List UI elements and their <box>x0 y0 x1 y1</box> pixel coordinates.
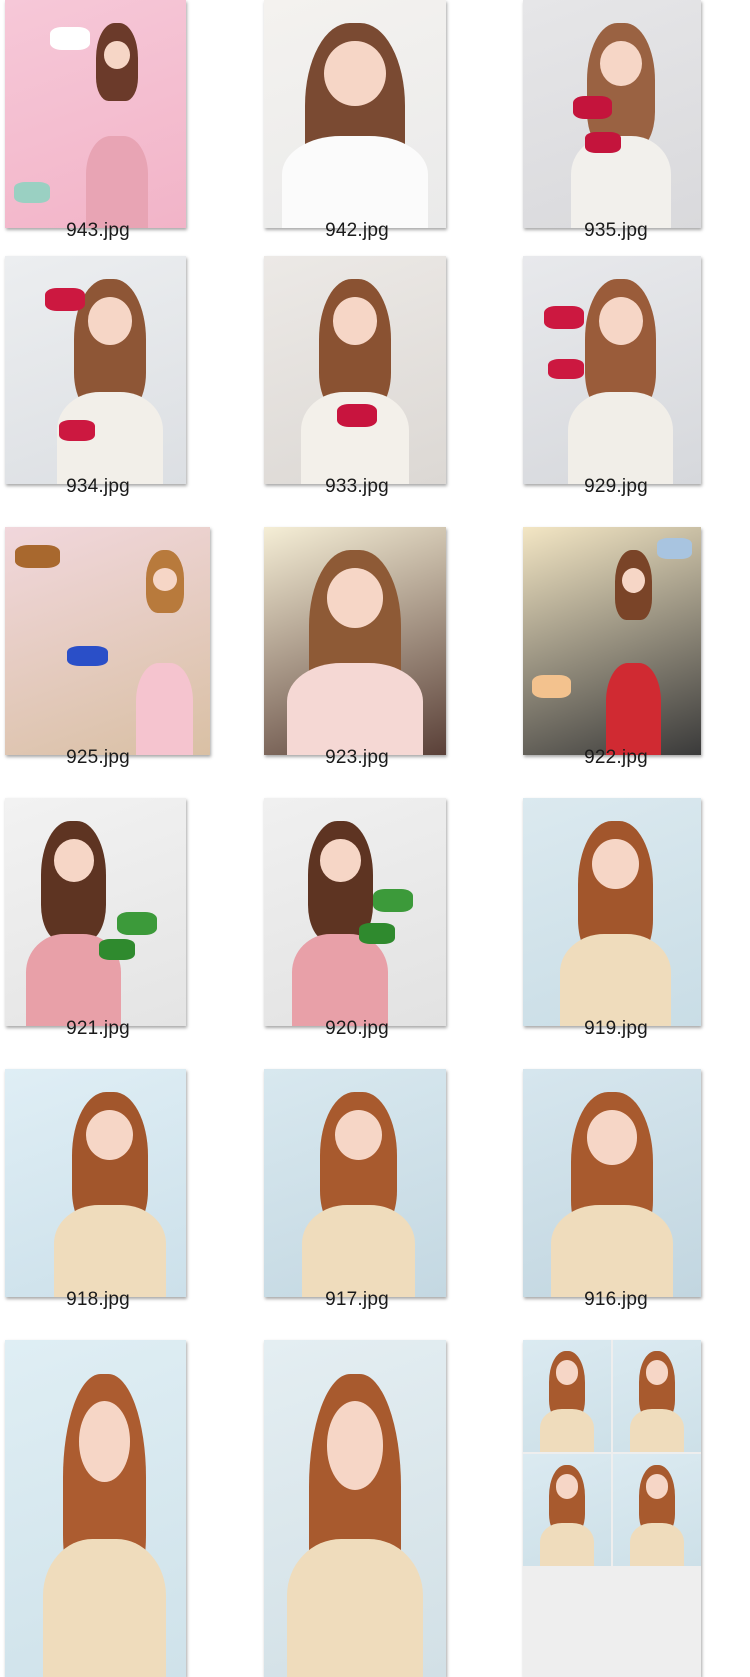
face-shape <box>87 297 133 345</box>
product-jar <box>59 420 96 441</box>
photo-thumbnail-icon[interactable] <box>5 527 210 755</box>
file-name-label: 916.jpg <box>584 1289 648 1310</box>
face-shape <box>645 1360 669 1385</box>
product-jar <box>572 95 612 119</box>
photo-collage-icon[interactable] <box>523 1340 701 1677</box>
clothing-shape <box>551 1205 673 1297</box>
face-shape <box>324 41 386 107</box>
photo-thumbnail-icon[interactable] <box>5 1069 186 1297</box>
face-shape <box>326 568 384 629</box>
collage-photo <box>613 1454 701 1566</box>
file-name-label: 929.jpg <box>584 476 648 497</box>
photo-thumbnail-icon[interactable] <box>523 1069 701 1297</box>
file-name-label: 934.jpg <box>66 476 130 497</box>
clothing-shape <box>302 1205 416 1297</box>
face-shape <box>326 1400 384 1490</box>
file-name-label: 942.jpg <box>325 220 389 241</box>
face-shape <box>598 297 643 345</box>
clothing-shape <box>281 136 429 228</box>
file-name-label: 918.jpg <box>66 1289 130 1310</box>
photo-thumbnail-icon[interactable] <box>264 527 446 755</box>
photo-thumbnail-icon[interactable] <box>523 798 701 1026</box>
clothing-shape <box>629 1408 685 1452</box>
photo-thumbnail-icon[interactable] <box>5 256 186 484</box>
clothing-shape <box>629 1522 685 1566</box>
photo-thumbnail-icon[interactable] <box>264 0 446 228</box>
product-jar <box>547 358 584 380</box>
photo-thumbnail-icon[interactable] <box>523 256 701 484</box>
clothing-shape <box>86 136 149 228</box>
clothing-shape <box>42 1539 167 1677</box>
photo-thumbnail-icon[interactable] <box>523 527 701 755</box>
photo-thumbnail-icon[interactable] <box>5 798 186 1026</box>
file-name-label: 933.jpg <box>325 476 389 497</box>
face-shape <box>645 1474 669 1499</box>
photo-thumbnail-icon[interactable] <box>264 256 446 484</box>
photo-thumbnail-icon[interactable] <box>264 798 446 1026</box>
collage-photo <box>523 1340 611 1452</box>
face-shape <box>78 1400 131 1483</box>
face-shape <box>152 568 177 591</box>
photo-thumbnail-icon[interactable] <box>523 0 701 228</box>
product-jar <box>117 912 158 935</box>
clothing-shape <box>53 1205 167 1297</box>
clothing-shape <box>539 1408 595 1452</box>
face-shape <box>600 41 642 87</box>
product-jar <box>544 306 584 329</box>
file-name-label: 921.jpg <box>66 1018 130 1039</box>
collage-photo <box>523 1454 611 1566</box>
product-jar <box>66 645 108 667</box>
product-jar <box>531 675 572 698</box>
product-jar <box>336 404 377 427</box>
product-jar <box>373 889 414 912</box>
product-jar <box>656 538 693 559</box>
file-name-label: 920.jpg <box>325 1018 389 1039</box>
clothing-shape <box>287 1539 423 1677</box>
file-name-label: 925.jpg <box>66 747 130 768</box>
face-shape <box>104 41 131 69</box>
photo-thumbnail-icon[interactable] <box>264 1340 446 1677</box>
clothing-shape <box>568 392 674 484</box>
face-shape <box>320 839 361 882</box>
product-jar <box>99 939 136 960</box>
product-jar <box>358 923 396 944</box>
product-jar <box>15 545 61 569</box>
photo-thumbnail-icon[interactable] <box>264 1069 446 1297</box>
clothing-shape <box>287 663 423 755</box>
thumbnail-grid: 943.jpg 942.jpg 935.jpg 934.jpg 933.jpg 929.j… <box>0 0 750 1677</box>
product-jar <box>14 182 51 203</box>
file-name-label: 943.jpg <box>66 220 130 241</box>
face-shape <box>621 568 645 594</box>
file-name-label: 922.jpg <box>584 747 648 768</box>
face-shape <box>555 1360 579 1385</box>
collage-photo <box>613 1340 701 1452</box>
file-name-label: 935.jpg <box>584 220 648 241</box>
face-shape <box>332 297 378 345</box>
face-shape <box>592 839 639 890</box>
photo-thumbnail-icon[interactable] <box>5 1340 186 1677</box>
product-jar <box>585 132 621 153</box>
clothing-shape <box>539 1522 595 1566</box>
photo-thumbnail-icon[interactable] <box>5 0 186 228</box>
product-jar <box>50 27 91 51</box>
face-shape <box>586 1110 638 1166</box>
file-name-label: 919.jpg <box>584 1018 648 1039</box>
file-name-label: 917.jpg <box>325 1289 389 1310</box>
clothing-shape <box>292 934 389 1026</box>
face-shape <box>53 839 94 882</box>
clothing-shape <box>560 934 671 1026</box>
face-shape <box>555 1474 579 1499</box>
clothing-shape <box>136 663 194 755</box>
clothing-shape <box>605 663 661 755</box>
product-jar <box>44 287 85 311</box>
file-name-label: 923.jpg <box>325 747 389 768</box>
